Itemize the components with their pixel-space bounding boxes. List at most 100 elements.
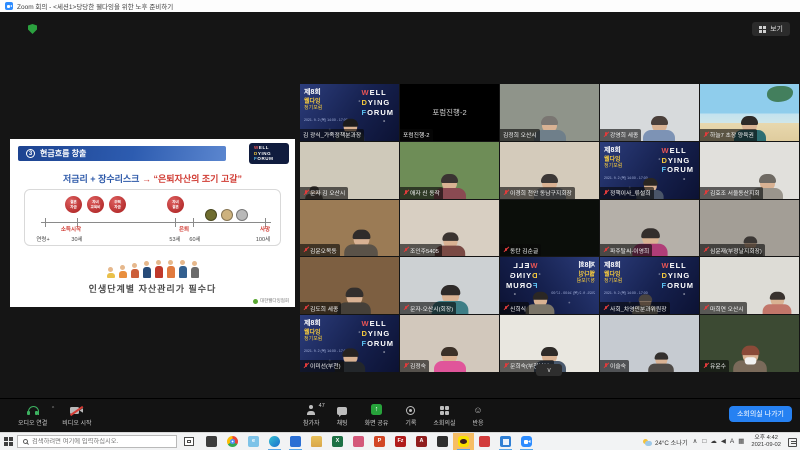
participant-name: 포럼진행-2 bbox=[403, 130, 430, 139]
muted-mic-icon bbox=[603, 305, 608, 311]
participant-tile[interactable]: 마희연 오산시 bbox=[700, 257, 799, 314]
remote-support-icon bbox=[353, 436, 364, 447]
taskbar-app-edge[interactable] bbox=[264, 433, 285, 450]
participant-tile[interactable]: 문자 김 오산시 bbox=[300, 142, 399, 199]
taskbar-app-file-explorer[interactable] bbox=[306, 433, 327, 450]
participant-tile[interactable]: 김윤오목동 bbox=[300, 200, 399, 257]
view-mode-button[interactable]: 보기 bbox=[752, 22, 790, 36]
participant-name: 김정숙 bbox=[410, 361, 426, 370]
record-button[interactable]: 기록 bbox=[405, 404, 416, 427]
headline-left: 저금리 + 장수리스크 bbox=[63, 174, 140, 184]
timeline-box: 결혼자금자녀교육비주택자금자녀결혼소득시작은퇴사망연령+30세53세60세100… bbox=[24, 189, 281, 246]
participant-name-tag: 신희식 bbox=[500, 302, 529, 314]
search-input[interactable] bbox=[32, 438, 171, 445]
photos-icon bbox=[500, 436, 511, 447]
participant-tile[interactable]: 김정희 오산시 bbox=[500, 84, 599, 141]
participant-tile[interactable]: 동탄 김순글 bbox=[500, 200, 599, 257]
person-figure bbox=[107, 267, 115, 278]
participant-tile[interactable]: 문자-오산시(회장) bbox=[400, 257, 499, 314]
taskbar-app-band[interactable] bbox=[474, 433, 495, 450]
share-screen-button[interactable]: ↑화면 공유 bbox=[365, 404, 389, 427]
tray-icon-3[interactable]: A bbox=[730, 433, 734, 450]
taskbar-app-hancom-docs[interactable] bbox=[285, 433, 306, 450]
participants-button[interactable]: 47참가자 bbox=[303, 404, 320, 427]
participant-tile[interactable]: 김효조 서울동산지회 bbox=[700, 142, 799, 199]
participant-name: 김정희 오산시 bbox=[503, 130, 537, 139]
clock-widget[interactable]: 오후 4:42 2021-09-02 bbox=[749, 435, 783, 449]
muted-mic-icon bbox=[703, 190, 708, 196]
audio-join-button[interactable]: ^ 오디오 연결 bbox=[18, 404, 47, 427]
taskbar-app-filezilla[interactable]: Fz bbox=[390, 433, 411, 450]
timeline-age: 100세 bbox=[256, 235, 270, 243]
taskbar-app-remote-support[interactable] bbox=[348, 433, 369, 450]
tray-icon-0[interactable]: □ bbox=[702, 433, 706, 450]
timeline-age: 60세 bbox=[189, 235, 200, 243]
participant-tile[interactable]: 이경희 천안 동남구지회장 bbox=[500, 142, 599, 199]
muted-mic-icon bbox=[703, 247, 708, 253]
participant-tile[interactable]: 제8회웰다잉정기포럼2021. 9. 2 (목) 14:00 - 17:00WE… bbox=[500, 257, 599, 314]
taskbar-app-photos[interactable] bbox=[495, 433, 516, 450]
participant-tile[interactable]: 조인주5405 bbox=[400, 200, 499, 257]
participant-tile[interactable]: 김도희 세종 bbox=[300, 257, 399, 314]
headline-right: “은퇴자산의 조기 고갈” bbox=[154, 174, 243, 184]
participant-tile[interactable]: 강영희 세종 bbox=[600, 84, 699, 141]
internet-explorer-icon: e bbox=[248, 436, 259, 447]
participant-name-tag: 하늘7 초장 양육권 bbox=[700, 129, 757, 141]
taskbar-app-zoom[interactable] bbox=[516, 433, 537, 450]
chevron-up-icon[interactable]: ^ bbox=[52, 406, 54, 412]
org-logo-icon bbox=[253, 299, 258, 304]
breakout-rooms-icon bbox=[440, 406, 449, 415]
timeline-marker: 은퇴 bbox=[179, 225, 189, 233]
muted-mic-icon bbox=[603, 247, 608, 253]
leave-breakout-button[interactable]: 소회의실 나가기 bbox=[729, 406, 792, 422]
participant-tile[interactable]: 유윤수 bbox=[700, 315, 799, 372]
taskbar-app-kakaotalk[interactable] bbox=[453, 433, 474, 450]
chat-button[interactable]: 채팅 bbox=[337, 404, 348, 427]
weather-widget[interactable]: 24°C 소나기 bbox=[643, 438, 688, 447]
reactions-button[interactable]: ☺반응 bbox=[473, 404, 484, 427]
timeline-tick bbox=[175, 218, 176, 227]
start-button[interactable] bbox=[0, 437, 17, 446]
tray-icon-2[interactable]: ◀ bbox=[721, 433, 726, 450]
participant-tile[interactable]: 제8회웰다잉정기포럼2021. 9. 2 (목) 14:00 - 17:00WE… bbox=[300, 84, 399, 141]
participant-tile[interactable]: 김정숙 bbox=[400, 315, 499, 372]
participant-name-tag: 이슬숙 bbox=[600, 360, 629, 372]
taskbar-app-powerpoint[interactable]: P bbox=[369, 433, 390, 450]
breakout-rooms-button[interactable]: 소회의실 bbox=[433, 404, 455, 427]
participant-name-tag: 이미선(부천) bbox=[300, 360, 344, 372]
start-video-button[interactable]: 비디오 시작 bbox=[62, 404, 91, 427]
participant-tile[interactable]: 제8회웰다잉정기포럼2021. 9. 2 (목) 14:00 - 17:00WE… bbox=[300, 315, 399, 372]
participant-name: 파주탈씨-이영희 bbox=[610, 246, 649, 255]
participant-name-tag: 문자-오산시(회장) bbox=[400, 302, 456, 314]
participant-silhouette bbox=[338, 290, 372, 314]
muted-mic-icon bbox=[303, 363, 308, 369]
muted-mic-icon bbox=[703, 305, 708, 311]
tray-icon-1[interactable]: ☁ bbox=[710, 433, 717, 450]
participant-tile[interactable]: 하늘7 초장 양육권 bbox=[700, 84, 799, 141]
notification-center-button[interactable] bbox=[788, 438, 797, 447]
task-view-button[interactable] bbox=[184, 437, 194, 446]
participant-tile[interactable]: 심윤재(부정날지회장) bbox=[700, 200, 799, 257]
participant-tile[interactable]: 포럼진행-2포럼진행-2 bbox=[400, 84, 499, 141]
taskbar-app-excel[interactable]: X bbox=[327, 433, 348, 450]
participant-tile[interactable]: 파주탈씨-이영희 bbox=[600, 200, 699, 257]
security-shield-icon[interactable] bbox=[28, 24, 37, 34]
collapse-gallery-button[interactable]: ∨ bbox=[536, 364, 562, 376]
taskbar-app-internet-explorer[interactable]: e bbox=[243, 433, 264, 450]
excel-icon: X bbox=[332, 436, 343, 447]
participant-name-tag: 조인주5405 bbox=[400, 244, 442, 256]
tray-expand-chevron[interactable]: ∧ bbox=[693, 433, 698, 450]
participant-tile[interactable]: 이슬숙 bbox=[600, 315, 699, 372]
tray-icon-4[interactable]: ▦ bbox=[738, 433, 744, 450]
taskbar-app-chrome[interactable] bbox=[222, 433, 243, 450]
muted-mic-icon bbox=[603, 363, 608, 369]
taskbar-app-acrobat[interactable]: A bbox=[411, 433, 432, 450]
taskbar-app-gom-audio[interactable] bbox=[432, 433, 453, 450]
taskbar-search[interactable] bbox=[17, 435, 177, 448]
participant-tile[interactable]: 제8회웰다잉정기포럼2021. 9. 2 (목) 14:00 - 17:00WE… bbox=[600, 257, 699, 314]
arrow-right-icon: → bbox=[142, 174, 151, 184]
taskbar-app-gom-player[interactable] bbox=[201, 433, 222, 450]
person-figure bbox=[143, 261, 151, 278]
participant-tile[interactable]: 애자 신 동작 bbox=[400, 142, 499, 199]
participant-tile[interactable]: 제8회웰다잉정기포럼2021. 9. 2 (목) 14:00 - 17:00WE… bbox=[600, 142, 699, 199]
